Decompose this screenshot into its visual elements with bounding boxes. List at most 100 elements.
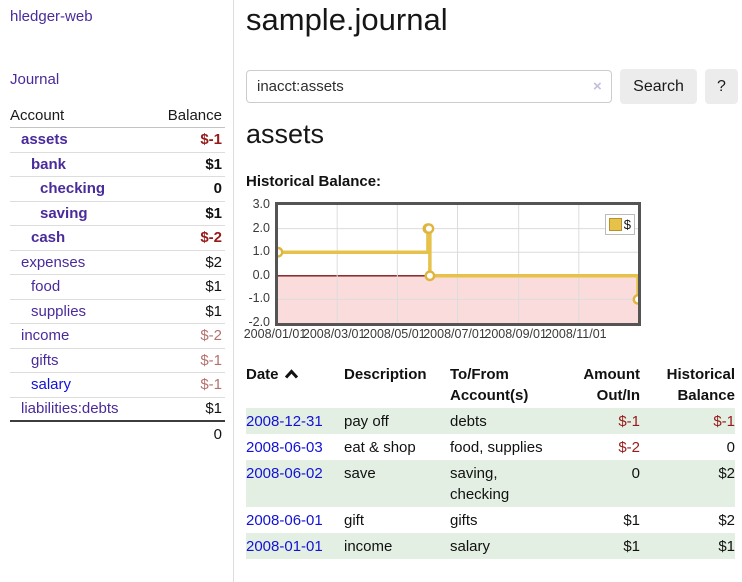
account-link-supplies[interactable]: supplies: [10, 303, 86, 320]
transaction-balance: 0: [640, 434, 735, 460]
column-header-amount: Amount Out/In: [560, 362, 640, 408]
account-link-cash[interactable]: cash: [10, 229, 65, 246]
chart-canvas: [278, 205, 638, 323]
account-row: saving $1: [10, 202, 225, 227]
y-axis-tick-label: 3.0: [236, 197, 270, 211]
accounts-header-balance: Balance: [168, 107, 222, 124]
transaction-accounts: gifts: [450, 507, 560, 533]
transaction-row: 2008-01-01 income salary $1 $1: [246, 533, 735, 559]
y-axis-tick-label: 2.0: [236, 221, 270, 235]
transaction-description: pay off: [344, 408, 450, 434]
transaction-row: 2008-06-02 save saving, checking 0 $2: [246, 460, 735, 507]
transaction-description: gift: [344, 507, 450, 533]
page-title: sample.journal: [246, 2, 448, 38]
transaction-balance: $1: [640, 533, 735, 559]
account-balance: $-1: [200, 352, 222, 369]
account-row: checking 0: [10, 177, 225, 202]
accounts-total-row: 0: [10, 422, 225, 446]
account-link-food[interactable]: food: [10, 278, 60, 295]
accounts-header-account: Account: [10, 107, 64, 124]
account-row: cash $-2: [10, 226, 225, 251]
y-axis-tick-label: -1.0: [236, 291, 270, 305]
account-link-bank[interactable]: bank: [10, 156, 66, 173]
sidebar-item-journal[interactable]: Journal: [10, 71, 59, 88]
x-axis-tick-label: 2008/01/01: [242, 327, 308, 341]
account-balance: $2: [205, 254, 222, 271]
account-row: food $1: [10, 275, 225, 300]
account-link-saving[interactable]: saving: [10, 205, 88, 222]
account-row: supplies $1: [10, 300, 225, 325]
historical-balance-chart: $: [275, 202, 641, 326]
column-header-date[interactable]: Date: [246, 362, 344, 408]
transaction-accounts: saving, checking: [450, 460, 560, 507]
sort-ascending-icon: [284, 364, 299, 385]
accounts-header-row: Account Balance: [10, 104, 225, 128]
account-balance: $-2: [200, 229, 222, 246]
legend-swatch-icon: [609, 218, 622, 231]
y-axis-tick-label: 0.0: [236, 268, 270, 282]
app-brand-link[interactable]: hledger-web: [10, 8, 93, 25]
legend-label: $: [624, 217, 631, 232]
search-button[interactable]: Search: [620, 69, 697, 104]
clear-search-icon[interactable]: ×: [593, 78, 602, 95]
account-row: assets $-1: [10, 128, 225, 153]
transaction-accounts: food, supplies: [450, 434, 560, 460]
transaction-date-link[interactable]: 2008-01-01: [246, 538, 323, 555]
chart-legend: $: [605, 214, 635, 235]
transaction-date-link[interactable]: 2008-06-01: [246, 512, 323, 529]
column-header-accounts: To/From Account(s): [450, 362, 560, 408]
account-balance: $1: [205, 278, 222, 295]
x-axis-tick-label: 2008/03/01: [301, 327, 367, 341]
account-link-income[interactable]: income: [10, 327, 69, 344]
accounts-total-value: 0: [214, 426, 222, 443]
column-header-date-label: Date: [246, 366, 279, 383]
account-balance: $1: [205, 205, 222, 222]
account-balance: $1: [205, 400, 222, 417]
transaction-accounts: salary: [450, 533, 560, 559]
transaction-amount: 0: [560, 460, 640, 507]
transaction-balance: $-1: [640, 408, 735, 434]
transaction-balance: $2: [640, 460, 735, 507]
x-axis-tick-label: 2008/11/01: [543, 327, 609, 341]
account-balance: $-1: [200, 376, 222, 393]
account-balance: $1: [205, 156, 222, 173]
transaction-row: 2008-06-03 eat & shop food, supplies $-2…: [246, 434, 735, 460]
transaction-balance: $2: [640, 507, 735, 533]
account-link-expenses[interactable]: expenses: [10, 254, 85, 271]
account-link-checking[interactable]: checking: [10, 180, 105, 197]
account-link-liabilities-debts[interactable]: liabilities:debts: [10, 400, 119, 417]
account-row: expenses $2: [10, 251, 225, 276]
sidebar-separator: [233, 0, 234, 582]
account-balance: $1: [205, 303, 222, 320]
account-row: income $-2: [10, 324, 225, 349]
y-axis-tick-label: 1.0: [236, 244, 270, 258]
transaction-description: save: [344, 460, 450, 507]
transaction-amount: $-2: [560, 434, 640, 460]
transaction-description: eat & shop: [344, 434, 450, 460]
accounts-sidebar: Account Balance assets $-1 bank $1 check…: [10, 104, 225, 446]
x-axis-tick-label: 2008/09/01: [483, 327, 549, 341]
account-title: assets: [246, 119, 324, 150]
transaction-row: 2008-12-31 pay off debts $-1 $-1: [246, 408, 735, 434]
account-link-gifts[interactable]: gifts: [10, 352, 59, 369]
help-button[interactable]: ?: [705, 69, 738, 104]
transaction-date-link[interactable]: 2008-06-03: [246, 439, 323, 456]
account-balance: $-1: [200, 131, 222, 148]
account-row: gifts $-1: [10, 349, 225, 374]
transaction-date-link[interactable]: 2008-12-31: [246, 413, 323, 430]
transaction-amount: $1: [560, 533, 640, 559]
transaction-accounts: debts: [450, 408, 560, 434]
register-header-row: Date Description To/From Account(s) Amou…: [246, 362, 735, 408]
account-link-assets[interactable]: assets: [10, 131, 68, 148]
search-input[interactable]: [246, 70, 612, 103]
transaction-amount: $1: [560, 507, 640, 533]
x-axis-tick-label: 2008/05/01: [361, 327, 427, 341]
transaction-date-link[interactable]: 2008-06-02: [246, 465, 323, 482]
account-balance: 0: [214, 180, 222, 197]
account-link-salary[interactable]: salary: [10, 376, 71, 393]
chart-title: Historical Balance:: [246, 173, 381, 190]
register-table: Date Description To/From Account(s) Amou…: [246, 362, 735, 559]
account-row: liabilities:debts $1: [10, 398, 225, 423]
x-axis-tick-label: 2008/07/01: [422, 327, 488, 341]
column-header-description: Description: [344, 362, 450, 408]
